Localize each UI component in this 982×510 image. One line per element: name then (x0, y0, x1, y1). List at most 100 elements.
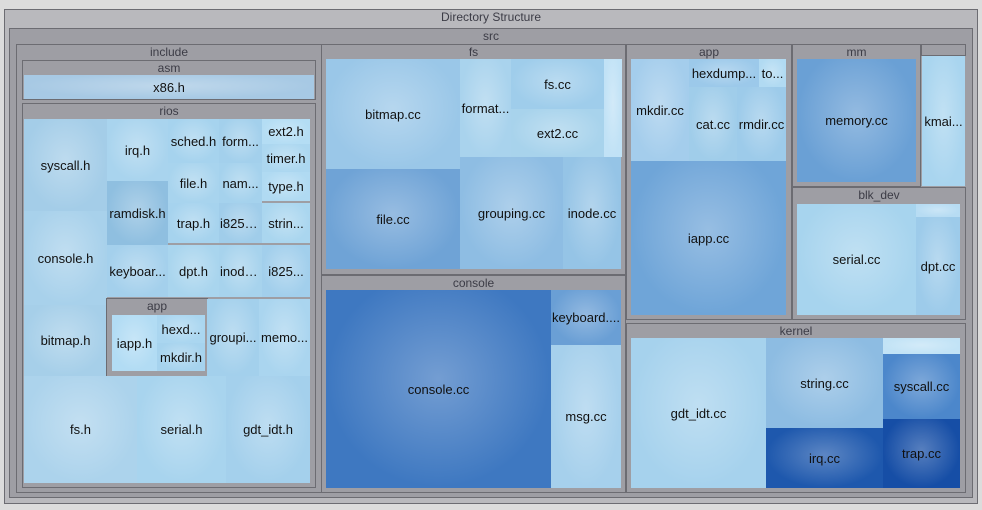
leaf-label: hexd... (161, 321, 201, 337)
treemap-leaf-dpt-h[interactable]: dpt.h (168, 245, 219, 297)
treemap-leaf-inode-h[interactable]: inode.h (219, 245, 262, 297)
treemap-chart: Directory Structure src include asm x86.h rio… (0, 0, 982, 510)
leaf-label: serial.cc (832, 252, 881, 267)
treemap-leaf-to[interactable]: to... (759, 59, 786, 87)
leaf-label: inode.cc (567, 205, 617, 221)
treemap-leaf-dpt-cc[interactable]: dpt.cc (916, 217, 960, 315)
leaf-label: trap.cc (901, 446, 941, 461)
leaf-label: memory.cc (825, 113, 888, 128)
treemap-leaf-trap-h[interactable]: trap.h (168, 203, 219, 243)
treemap-leaf-grouping-cc[interactable]: grouping.cc (460, 157, 563, 269)
treemap-leaf-fs-h[interactable]: fs.h (24, 376, 137, 483)
leaf-label: dpt.cc (920, 258, 956, 274)
treemap-leaf-memo[interactable]: memo... (259, 299, 310, 376)
treemap-leaf-cat-cc[interactable]: cat.cc (689, 87, 737, 161)
treemap-leaf-iapp-h[interactable]: iapp.h (112, 315, 157, 371)
group-label: kernel (779, 324, 813, 338)
treemap-leaf-strin[interactable]: strin... (262, 203, 310, 243)
leaf-label: cat.cc (696, 116, 730, 132)
treemap-leaf-format[interactable]: format... (460, 59, 511, 157)
leaf-label: i8253.h (220, 215, 262, 231)
leaf-label: iapp.h (116, 335, 153, 351)
group-label: rios (159, 104, 179, 118)
treemap-leaf-string-cc[interactable]: string.cc (766, 338, 883, 428)
treemap-leaf-serial-cc[interactable]: serial.cc (797, 204, 916, 315)
treemap-leaf-msg-cc[interactable]: msg.cc (551, 345, 621, 488)
treemap-leaf-gdt-idt-h[interactable]: gdt_idt.h (226, 376, 310, 483)
chart-title: Directory Structure (440, 10, 542, 24)
treemap-leaf-keyboar[interactable]: keyboar... (107, 245, 168, 297)
group-label: src (483, 29, 499, 43)
treemap-leaf-i825[interactable]: i825... (262, 245, 310, 297)
treemap-leaf-bitmap-cc[interactable]: bitmap.cc (326, 59, 460, 169)
treemap-leaf-timer-h[interactable]: timer.h (262, 144, 310, 172)
leaf-label: strin... (268, 215, 304, 231)
treemap-leaf-keyboard[interactable]: keyboard.... (551, 290, 621, 345)
treemap-leaf-hexdump[interactable]: hexdump... (689, 59, 759, 87)
treemap-leaf-nam[interactable]: nam... (219, 163, 262, 203)
leaf-label: iapp.cc (687, 230, 730, 246)
treemap-leaf-syscall-cc[interactable]: syscall.cc (883, 354, 960, 419)
treemap-leaf-sched-h[interactable]: sched.h (168, 119, 219, 163)
leaf-label: bitmap.cc (365, 106, 421, 122)
group-label: fs (468, 45, 479, 59)
leaf-label: gdt_idt.h (243, 422, 293, 437)
leaf-label: irq.cc (808, 450, 841, 466)
treemap-leaf-syscall-h[interactable]: syscall.h (24, 119, 107, 211)
treemap-leaf-form[interactable]: form... (219, 119, 262, 163)
leaf-label: hexdump... (691, 65, 757, 81)
treemap-leaf-serial-h[interactable]: serial.h (137, 376, 226, 483)
leaf-label: irq.h (124, 142, 151, 158)
leaf-label: file.h (179, 175, 208, 191)
treemap-leaf-file-cc[interactable]: file.cc (326, 169, 460, 269)
treemap-leaf-console-cc[interactable]: console.cc (326, 290, 551, 488)
treemap-leaf-groupi[interactable]: groupi... (207, 299, 259, 376)
treemap-leaf-file-h[interactable]: file.h (168, 163, 219, 203)
treemap-leaf-inode-cc[interactable]: inode.cc (563, 157, 621, 269)
treemap-leaf-rmdir-cc[interactable]: rmdir.cc (737, 87, 786, 161)
group-label: mm (846, 45, 867, 59)
treemap-leaf-hexd[interactable]: hexd... (157, 315, 205, 343)
leaf-label: string.cc (800, 375, 849, 391)
leaf-label: fs.cc (544, 76, 571, 92)
treemap-leaf-irq-h[interactable]: irq.h (107, 119, 168, 181)
leaf-label: keyboard.... (552, 310, 620, 325)
leaf-label: x86.h (153, 79, 185, 95)
group-label: app (698, 45, 720, 59)
treemap-leaf-gdt-idt-cc[interactable]: gdt_idt.cc (631, 338, 766, 488)
leaf-label: rmdir.cc (738, 116, 785, 132)
treemap-leaf-ramdisk-h[interactable]: ramdisk.h (107, 181, 168, 245)
leaf-label: syscall.h (40, 157, 91, 173)
leaf-label: sched.h (170, 133, 217, 149)
treemap-leaf-bitmap-h[interactable]: bitmap.h (24, 305, 107, 376)
treemap-leaf-x86-h[interactable]: x86.h (24, 75, 314, 99)
treemap-leaf[interactable] (916, 204, 960, 217)
treemap-leaf-ext2-cc[interactable]: ext2.cc (511, 109, 604, 157)
leaf-label: inode.h (220, 263, 262, 279)
treemap-leaf-memory-cc[interactable]: memory.cc (797, 59, 916, 182)
treemap-leaf-i8253-h[interactable]: i8253.h (219, 203, 262, 243)
treemap-leaf-kmai[interactable]: kmai... (922, 56, 965, 186)
group-label: app (146, 299, 168, 313)
treemap-leaf[interactable] (604, 59, 622, 157)
treemap-leaf-mkdir-h[interactable]: mkdir.h (157, 343, 205, 371)
treemap-group[interactable] (921, 44, 966, 56)
leaf-label: ext2.cc (536, 125, 579, 141)
treemap-leaf-iapp-cc[interactable]: iapp.cc (631, 161, 786, 315)
treemap-leaf-type-h[interactable]: type.h (262, 172, 310, 201)
leaf-label: syscall.cc (893, 379, 950, 394)
leaf-label: groupi... (209, 330, 257, 345)
treemap-leaf-fs-cc[interactable]: fs.cc (511, 59, 604, 109)
treemap-leaf-irq-cc[interactable]: irq.cc (766, 428, 883, 488)
treemap-leaf-mkdir-cc[interactable]: mkdir.cc (631, 59, 689, 161)
group-label: console (452, 276, 495, 290)
treemap-leaf-ext2-h[interactable]: ext2.h (262, 119, 310, 144)
leaf-label: gdt_idt.cc (670, 405, 727, 421)
treemap-leaf-trap-cc[interactable]: trap.cc (883, 419, 960, 488)
treemap-leaf[interactable] (883, 338, 960, 354)
leaf-label: bitmap.h (40, 333, 91, 348)
leaf-label: kmai... (924, 113, 963, 129)
treemap-leaf-console-h[interactable]: console.h (24, 211, 107, 305)
leaf-label: memo... (261, 330, 308, 345)
leaf-label: file.cc (376, 211, 410, 227)
